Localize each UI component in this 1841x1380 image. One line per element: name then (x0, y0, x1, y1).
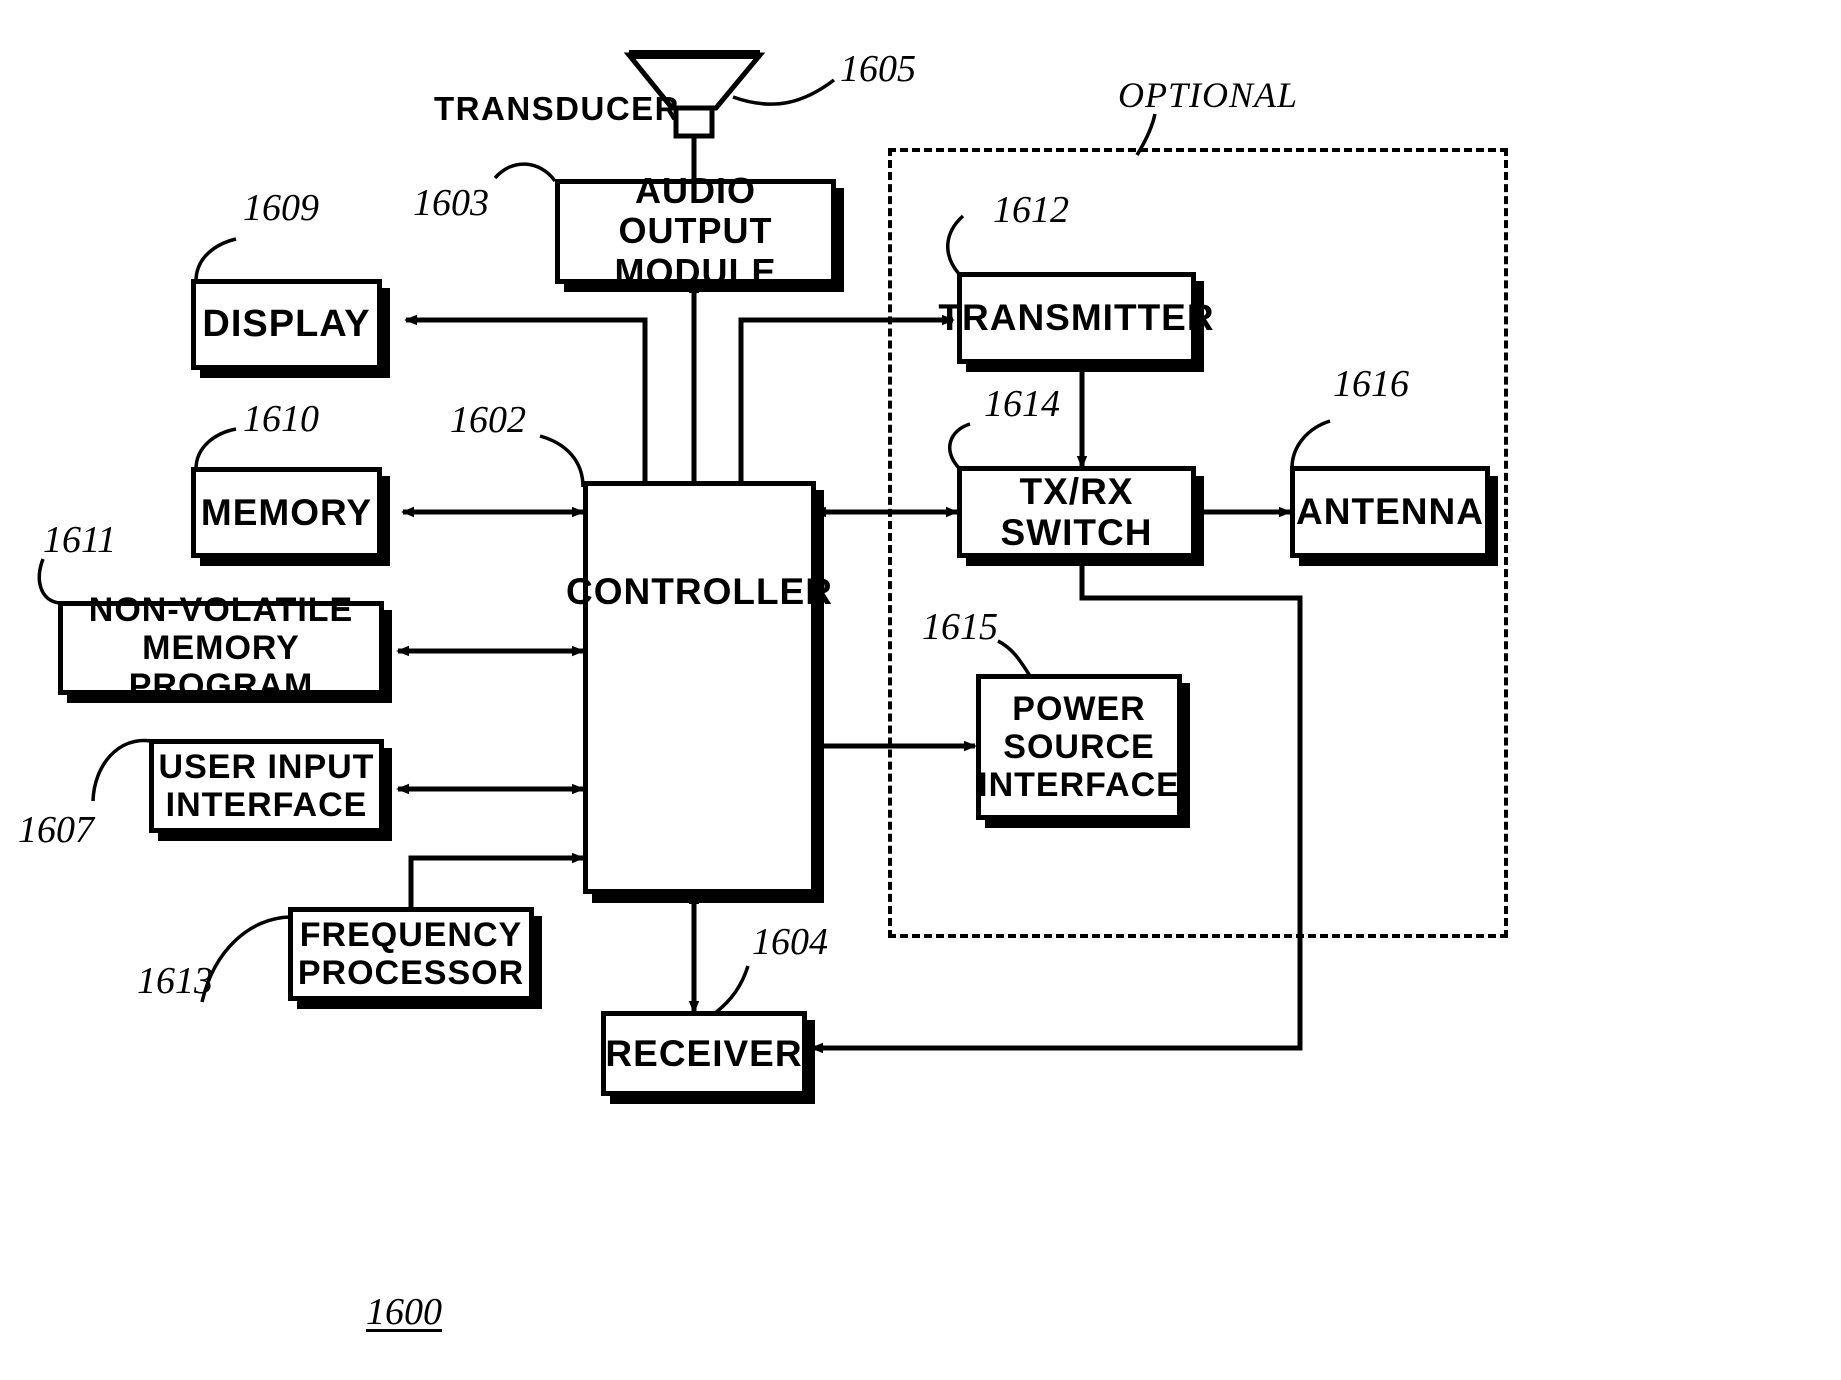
user-input-interface-label: USER INPUT INTERFACE (158, 747, 375, 824)
block-transmitter[interactable]: TRANSMITTER (938, 272, 1214, 364)
memory-label: MEMORY (200, 491, 373, 533)
shadow-userinput-r (383, 748, 392, 841)
block-frequency-processor[interactable]: FREQUENCY PROCESSOR (288, 907, 534, 1001)
shadow-audio-output-module-r (835, 188, 844, 292)
receiver-label: RECEIVER (605, 1032, 803, 1074)
shadow-powersource (985, 819, 1190, 828)
block-memory[interactable]: MEMORY (191, 467, 382, 558)
shadow-receiver-r (806, 1020, 815, 1104)
tx-rx-switch-label: TX/RX SWITCH (1000, 470, 1153, 553)
wire-controller-to-transmitter (738, 314, 955, 482)
block-display[interactable]: DISPLAY (191, 279, 382, 370)
transducer-label: TRANSDUCER (434, 90, 680, 127)
transmitter-label: TRANSMITTER (938, 297, 1215, 339)
ref-1612: 1612 (993, 189, 1069, 231)
shadow-display (200, 369, 390, 378)
controller-label: CONTROLLER (566, 571, 833, 612)
shadow-antenna (1299, 557, 1498, 566)
block-tx-rx-switch[interactable]: TX/RX SWITCH (957, 466, 1196, 558)
shadow-transmitter (966, 363, 1204, 372)
ref-1616: 1616 (1333, 363, 1409, 405)
shadow-freqproc (297, 1000, 542, 1009)
shadow-freqproc-r (533, 916, 542, 1009)
shadow-antenna-r (1489, 476, 1498, 566)
block-audio-output-module[interactable]: AUDIO OUTPUT MODULE (555, 170, 836, 291)
nonvolatile-memory-label: NON-VOLATILE MEMORY PROGRAM (88, 590, 354, 706)
ref-1611: 1611 (43, 519, 117, 561)
shadow-controller (592, 893, 824, 903)
shadow-txrx-r (1195, 476, 1204, 566)
optional-label: OPTIONAL (1118, 75, 1299, 115)
shadow-receiver (610, 1095, 815, 1104)
power-source-interface-label: POWER SOURCE INTERFACE (978, 689, 1180, 805)
block-antenna[interactable]: ANTENNA (1290, 466, 1490, 558)
ref-1613: 1613 (137, 960, 213, 1002)
ref-1610: 1610 (243, 398, 319, 440)
ref-1604: 1604 (752, 921, 828, 963)
shadow-userinput (158, 832, 392, 841)
block-user-input-interface[interactable]: USER INPUT INTERFACE (149, 739, 384, 833)
shadow-memory (200, 557, 390, 566)
ref-1607: 1607 (18, 809, 94, 851)
block-receiver[interactable]: RECEIVER (601, 1011, 807, 1096)
block-controller[interactable]: CONTROLLER (566, 481, 832, 894)
ref-1609: 1609 (243, 187, 319, 229)
block-nonvolatile-memory-program[interactable]: NON-VOLATILE MEMORY PROGRAM (58, 591, 384, 705)
block-power-source-interface[interactable]: POWER SOURCE INTERFACE (976, 674, 1182, 820)
ref-1603: 1603 (413, 182, 489, 224)
ref-1605: 1605 (840, 48, 916, 90)
shadow-txrx (966, 557, 1204, 566)
shadow-memory-r (381, 476, 390, 566)
ref-1614: 1614 (984, 383, 1060, 425)
ref-1600-figure-number: 1600 (366, 1291, 442, 1333)
shadow-nvmemory-r (383, 610, 392, 703)
display-label: DISPLAY (202, 303, 371, 346)
frequency-processor-label: FREQUENCY PROCESSOR (297, 915, 525, 992)
ref-1615: 1615 (922, 606, 998, 648)
shadow-powersource-r (1181, 683, 1190, 828)
audio-output-module-label: AUDIO OUTPUT MODULE (614, 170, 777, 292)
shadow-display-r (381, 288, 390, 378)
antenna-label: ANTENNA (1296, 491, 1484, 533)
ref-1602: 1602 (450, 399, 526, 441)
wire-freqproc-to-controller (408, 852, 585, 908)
patent-figure-1600: AUDIO OUTPUT MODULE DISPLAY MEMORY NON-V… (0, 0, 1841, 1380)
